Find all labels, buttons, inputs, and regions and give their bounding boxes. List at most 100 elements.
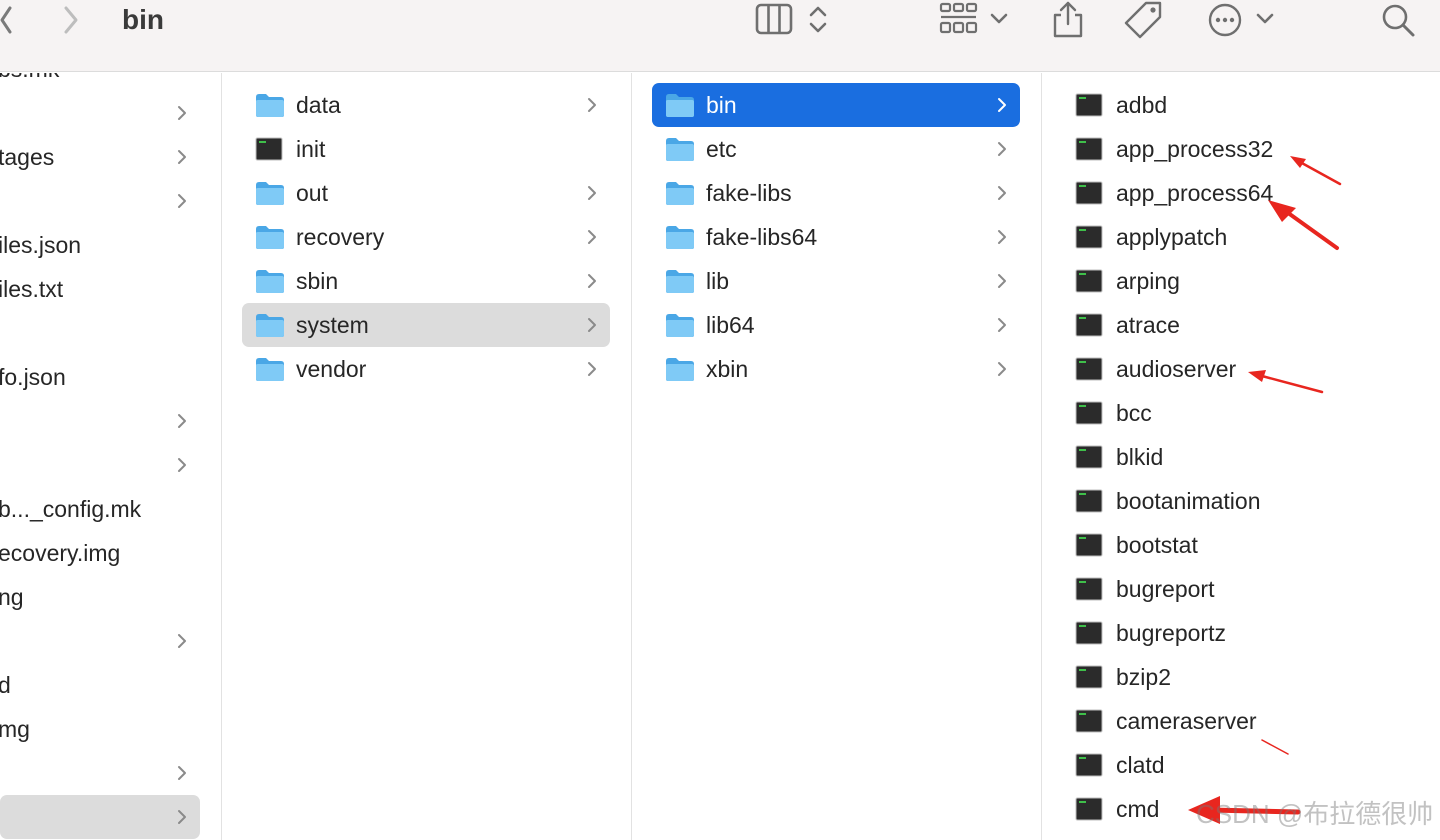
sidebar-item[interactable] bbox=[0, 619, 200, 663]
file-row-bootanimation[interactable]: bootanimation bbox=[1062, 479, 1422, 523]
file-row-app-process64[interactable]: app_process64 bbox=[1062, 171, 1422, 215]
file-row-adbd[interactable]: adbd bbox=[1062, 83, 1422, 127]
sidebar-item[interactable]: bs.mk bbox=[0, 73, 200, 91]
more-icon[interactable] bbox=[1206, 2, 1244, 38]
file-row-fake-libs[interactable]: fake-libs bbox=[652, 171, 1020, 215]
folder-icon bbox=[666, 226, 694, 249]
file-row-bootstat[interactable]: bootstat bbox=[1062, 523, 1422, 567]
file-row-blkid[interactable]: blkid bbox=[1062, 435, 1422, 479]
search-icon[interactable] bbox=[1380, 2, 1416, 38]
file-row-applypatch[interactable]: applypatch bbox=[1062, 215, 1422, 259]
chevron-right-icon bbox=[588, 274, 596, 288]
file-name: bin bbox=[706, 92, 737, 118]
sidebar-item-label: tages bbox=[0, 144, 55, 170]
folder-icon bbox=[666, 314, 694, 337]
folder-icon bbox=[666, 138, 694, 161]
back-chevron-icon[interactable] bbox=[0, 4, 14, 36]
file-row-audioserver[interactable]: audioserver bbox=[1062, 347, 1422, 391]
view-switch-updown-icon[interactable] bbox=[806, 4, 830, 36]
sidebar-item[interactable]: iles.txt bbox=[0, 267, 200, 311]
file-row-cameraserver[interactable]: cameraserver bbox=[1062, 699, 1422, 743]
file-row-bugreport[interactable]: bugreport bbox=[1062, 567, 1422, 611]
folder-icon bbox=[666, 358, 694, 381]
executable-icon bbox=[1075, 401, 1103, 425]
sidebar-item[interactable]: b..._config.mk bbox=[0, 487, 200, 531]
sidebar-item[interactable] bbox=[0, 91, 200, 135]
executable-icon bbox=[1075, 357, 1103, 381]
sidebar-item[interactable]: ng bbox=[0, 575, 200, 619]
more-chevron-down-icon[interactable] bbox=[1254, 8, 1276, 30]
executable-icon bbox=[1075, 665, 1103, 689]
group-grid-icon[interactable] bbox=[938, 2, 980, 38]
chevron-right-icon bbox=[998, 142, 1006, 156]
file-row-etc[interactable]: etc bbox=[652, 127, 1020, 171]
file-row-bzip2[interactable]: bzip2 bbox=[1062, 655, 1422, 699]
folder-icon bbox=[256, 182, 284, 205]
executable-icon bbox=[1075, 93, 1103, 117]
file-row-data[interactable]: data bbox=[242, 83, 610, 127]
sidebar-item[interactable] bbox=[0, 795, 200, 839]
file-row-xbin[interactable]: xbin bbox=[652, 347, 1020, 391]
chevron-down-icon[interactable] bbox=[988, 8, 1010, 30]
file-row-bcc[interactable]: bcc bbox=[1062, 391, 1422, 435]
sidebar-item[interactable]: iles.json bbox=[0, 223, 200, 267]
sidebar-item-label: iles.json bbox=[0, 232, 82, 258]
file-row-system[interactable]: system bbox=[242, 303, 610, 347]
file-row-vendor[interactable]: vendor bbox=[242, 347, 610, 391]
file-name: recovery bbox=[296, 224, 385, 250]
file-row-bugreportz[interactable]: bugreportz bbox=[1062, 611, 1422, 655]
executable-icon bbox=[255, 137, 283, 161]
folder-icon bbox=[666, 94, 694, 117]
sidebar-item-label: fo.json bbox=[0, 364, 66, 390]
chevron-right-icon bbox=[998, 186, 1006, 200]
sidebar-item[interactable] bbox=[0, 443, 200, 487]
file-name: out bbox=[296, 180, 328, 206]
file-name: audioserver bbox=[1116, 356, 1237, 382]
sidebar-item[interactable] bbox=[0, 751, 200, 795]
sidebar-item-label: mg bbox=[0, 716, 30, 742]
executable-icon bbox=[1075, 181, 1103, 205]
column-bin: adbd app_process32 app_process64 applypatch… bbox=[1042, 73, 1440, 840]
share-icon[interactable] bbox=[1050, 0, 1086, 40]
sidebar-item[interactable]: d bbox=[0, 663, 200, 707]
forward-chevron-icon[interactable] bbox=[62, 4, 82, 36]
file-name: bugreportz bbox=[1116, 620, 1226, 646]
executable-icon bbox=[1075, 753, 1103, 777]
sidebar-item[interactable]: tages bbox=[0, 135, 200, 179]
file-name: etc bbox=[706, 136, 737, 162]
file-row-init[interactable]: init bbox=[242, 127, 610, 171]
sidebar-item[interactable] bbox=[0, 311, 200, 355]
column-view-icon[interactable] bbox=[754, 2, 796, 36]
file-row-fake-libs64[interactable]: fake-libs64 bbox=[652, 215, 1020, 259]
file-row-sbin[interactable]: sbin bbox=[242, 259, 610, 303]
file-row-recovery[interactable]: recovery bbox=[242, 215, 610, 259]
file-row-out[interactable]: out bbox=[242, 171, 610, 215]
window-title: bin bbox=[122, 4, 164, 35]
file-row-lib64[interactable]: lib64 bbox=[652, 303, 1020, 347]
sidebar-item[interactable]: fo.json bbox=[0, 355, 200, 399]
file-name: arping bbox=[1116, 268, 1180, 294]
file-row-app-process32[interactable]: app_process32 bbox=[1062, 127, 1422, 171]
folder-icon bbox=[256, 94, 284, 117]
executable-icon bbox=[1075, 137, 1103, 161]
chevron-right-icon bbox=[178, 766, 186, 780]
file-row-clatd[interactable]: clatd bbox=[1062, 743, 1422, 787]
file-name: data bbox=[296, 92, 341, 118]
file-name: bugreport bbox=[1116, 576, 1215, 602]
sidebar-item[interactable]: mg bbox=[0, 707, 200, 751]
sidebar-item-label: bs.mk bbox=[0, 73, 59, 91]
folder-icon bbox=[666, 182, 694, 205]
sidebar-item[interactable] bbox=[0, 179, 200, 223]
sidebar-item[interactable] bbox=[0, 399, 200, 443]
chevron-right-icon bbox=[998, 274, 1006, 288]
executable-icon bbox=[1075, 225, 1103, 249]
chevron-right-icon bbox=[998, 230, 1006, 244]
file-row-arping[interactable]: arping bbox=[1062, 259, 1422, 303]
sidebar-item[interactable]: ecovery.img bbox=[0, 531, 200, 575]
file-row-bin[interactable]: bin bbox=[652, 83, 1020, 127]
tag-icon[interactable] bbox=[1122, 0, 1166, 40]
executable-icon bbox=[1075, 489, 1103, 513]
chevron-right-icon bbox=[178, 194, 186, 208]
file-row-atrace[interactable]: atrace bbox=[1062, 303, 1422, 347]
file-row-lib[interactable]: lib bbox=[652, 259, 1020, 303]
